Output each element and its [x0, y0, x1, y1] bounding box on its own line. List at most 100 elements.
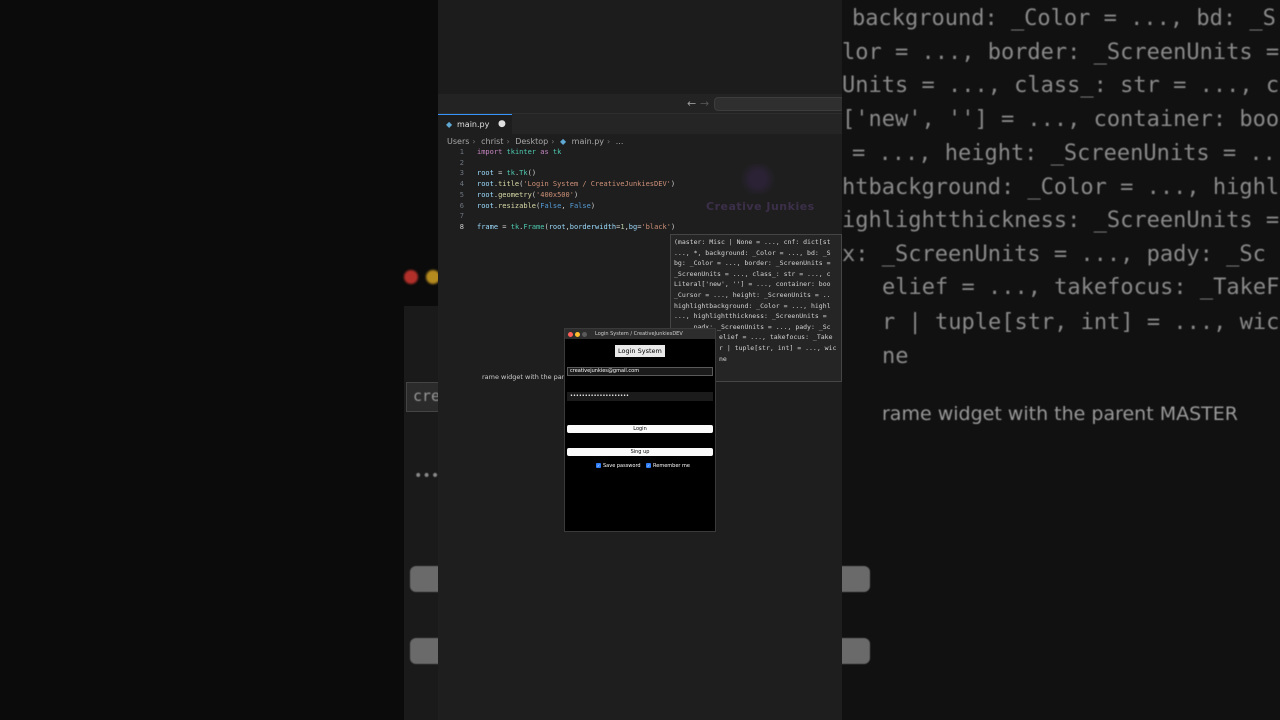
code-token: False	[540, 201, 562, 210]
code-line[interactable]: 3 root = tk.Tk()	[438, 169, 842, 180]
chevron-right-icon: ›	[506, 137, 510, 146]
tab-main-py[interactable]: ◆ main.py ●	[438, 114, 512, 134]
tk-title-bar: Login System / CreativeJunkiesDEV	[565, 329, 715, 339]
back-arrow-icon[interactable]: ←	[687, 97, 696, 110]
tab-bar: ◆ main.py ●	[438, 114, 842, 134]
code-token: tk	[510, 222, 520, 231]
code-token: tk	[506, 169, 515, 178]
blurred-code-line: = ..., height: _ScreenUnits = ..	[852, 141, 1276, 166]
tooltip-line: ..., *, background: _Color = ..., bd: _S	[674, 248, 831, 257]
chevron-right-icon: ›	[472, 137, 476, 146]
python-file-icon: ◆	[559, 137, 567, 146]
code-token: )	[573, 190, 579, 199]
blurred-email-text: cre	[413, 387, 438, 405]
blurred-login-button	[410, 566, 438, 592]
code-token: root	[477, 201, 494, 210]
blurred-code-line: ['new', ''] = ..., container: boo	[842, 107, 1280, 132]
code-token: borderwidth	[569, 222, 617, 231]
blurred-code-line: background: _Color = ..., bd: _S	[852, 6, 1276, 31]
email-field[interactable]: creativejunkies@gmail.com	[567, 367, 713, 376]
code-line[interactable]: 7	[438, 212, 842, 223]
code-token: )	[590, 201, 596, 210]
tooltip-line: bg: _Color = ..., border: _ScreenUnits =	[674, 259, 831, 268]
forward-arrow-icon[interactable]: →	[700, 97, 709, 110]
blurred-code-line: rame widget with the parent MASTER	[882, 403, 1238, 425]
blurred-code-line: ne	[882, 344, 909, 369]
blurred-code-line: Units = ..., class_: str = ..., c	[842, 73, 1280, 98]
code-token: geometry	[498, 190, 532, 199]
tooltip-line: (master: Misc | None = ..., cnf: dict[st	[674, 238, 831, 246]
breadcrumb: Users › christ › Desktop › ◆ main.py › ...	[447, 137, 626, 146]
tooltip-line: ne	[719, 354, 727, 363]
blurred-code-line: elief = ..., takefocus: _TakeF	[882, 275, 1280, 300]
blurred-close-dot	[404, 270, 418, 284]
line-source: import tkinter as tk	[477, 148, 561, 156]
code-line[interactable]: 2	[438, 159, 842, 170]
breadcrumb-christ[interactable]: christ	[481, 137, 503, 146]
blurred-signup-button	[410, 638, 438, 664]
code-token: 'Login System / CreativeJunkiesDEV'	[523, 180, 671, 189]
password-field[interactable]: ••••••••••••••••••••	[567, 392, 713, 401]
desktop-top-area	[438, 0, 842, 94]
editor-toolbar: ← →	[438, 94, 842, 114]
save-password-checkbox[interactable]: ✓ Save password	[596, 463, 641, 469]
tab-label: main.py	[457, 120, 490, 129]
tooltip-line: elief = ..., takefocus: _Take	[719, 333, 833, 342]
line-source: root.resizable(False, False)	[477, 202, 595, 210]
code-token: import	[477, 148, 507, 156]
tk-window-title: Login System / CreativeJunkiesDEV	[595, 331, 683, 337]
code-token: bg	[628, 222, 638, 231]
code-line[interactable]: 6 root.resizable(False, False)	[438, 202, 842, 213]
remember-me-checkbox[interactable]: ✓ Remember me	[646, 463, 690, 469]
code-token: tkinter	[506, 148, 541, 156]
code-token: False	[569, 201, 591, 210]
code-token: Frame	[523, 222, 545, 231]
minimize-icon[interactable]	[575, 332, 580, 337]
code-token: ,	[561, 201, 570, 210]
code-token: '400x500'	[536, 190, 574, 199]
line-number: 1	[459, 148, 464, 156]
tooltip-line: Literal['new', ''] = ..., container: boo	[674, 280, 831, 289]
line-source: root.title('Login System / CreativeJunki…	[477, 180, 675, 188]
unsaved-dot-icon[interactable]: ●	[498, 119, 506, 129]
line-number: 2	[459, 158, 464, 167]
code-editor: ◆ main.py ● Users › christ › Desktop › ◆ ma…	[438, 114, 842, 720]
code-token: frame	[477, 222, 503, 231]
signup-button[interactable]: Sing up	[567, 448, 713, 456]
blurred-code-line: htbackground: _Color = ..., highl	[842, 175, 1280, 200]
line-number: 5	[459, 190, 464, 199]
code-line[interactable]: 4 root.title('Login System / CreativeJunk…	[438, 180, 842, 191]
code-line[interactable]: 1 import tkinter as tk	[438, 148, 842, 159]
code-token: Tk	[519, 169, 528, 178]
remember-me-label: Remember me	[653, 463, 690, 469]
screen-recording: ← → ◆ main.py ● Users › christ › Desktop › …	[438, 0, 842, 720]
checkmark-icon: ✓	[596, 463, 601, 468]
breadcrumb-desktop[interactable]: Desktop	[515, 137, 548, 146]
chevron-right-icon: ›	[607, 137, 611, 146]
breadcrumb-more[interactable]: ...	[616, 137, 624, 146]
tk-login-window: Login System / CreativeJunkiesDEV Login …	[564, 328, 716, 532]
line-number: 8	[459, 222, 464, 231]
line-number: 7	[459, 212, 464, 221]
save-password-label: Save password	[603, 463, 641, 469]
blurred-background-left: cre •••	[0, 0, 438, 720]
breadcrumb-users[interactable]: Users	[447, 137, 469, 146]
breadcrumb-main-py[interactable]: main.py	[572, 137, 604, 146]
line-source: root.geometry('400x500')	[477, 191, 578, 199]
login-button[interactable]: Login	[567, 425, 713, 433]
code-token: 'black'	[641, 222, 671, 231]
code-line[interactable]: 5 root.geometry('400x500')	[438, 191, 842, 202]
tooltip-line: ..., highlightthickness: _ScreenUnits =	[674, 312, 827, 321]
code-token: )	[670, 222, 676, 231]
maximize-icon[interactable]	[582, 332, 587, 337]
command-center-search[interactable]	[714, 97, 842, 111]
line-source: frame = tk.Frame(root,borderwidth=1,bg='…	[477, 223, 675, 231]
login-heading: Login System	[615, 345, 665, 357]
line-number: 6	[459, 201, 464, 210]
tooltip-line: highlightbackground: _Color = ..., highl	[674, 301, 831, 310]
code-token: root	[548, 222, 566, 231]
close-icon[interactable]	[568, 332, 573, 337]
line-number: 3	[459, 169, 464, 178]
code-line[interactable]: 8 frame = tk.Frame(root,borderwidth=1,bg=…	[438, 223, 842, 234]
line-source: root = tk.Tk()	[477, 169, 536, 177]
